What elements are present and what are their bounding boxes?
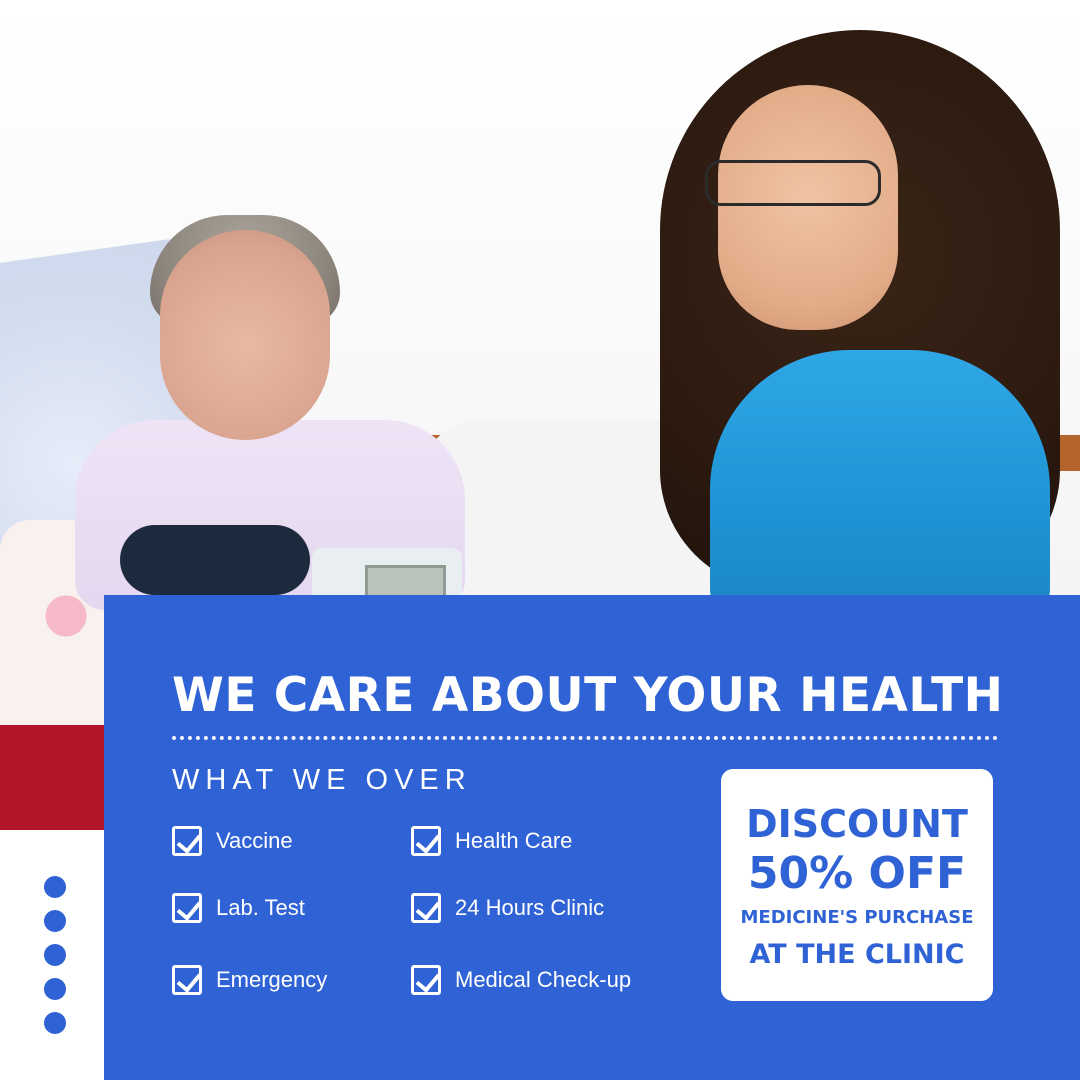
service-label: 24 Hours Clinic <box>455 895 605 920</box>
service-item: Vaccine <box>172 826 293 856</box>
discount-line-4: AT THE CLINIC <box>749 938 965 970</box>
dot-icon <box>44 1012 66 1034</box>
service-item: Emergency <box>172 965 327 995</box>
service-label: Emergency <box>216 967 328 992</box>
checkbox-check-icon <box>172 893 202 923</box>
service-label: Health Care <box>455 828 573 853</box>
dot-icon <box>44 910 66 932</box>
checkbox-check-icon <box>172 965 202 995</box>
service-label: Lab. Test <box>216 895 305 920</box>
service-item: Medical Check-up <box>411 965 631 995</box>
checkbox-check-icon <box>172 826 202 856</box>
dotted-divider <box>172 736 998 740</box>
service-item: Health Care <box>411 826 572 856</box>
service-label: Medical Check-up <box>455 967 632 992</box>
discount-line-1: DISCOUNT <box>746 801 968 846</box>
decorative-dots <box>44 876 66 1034</box>
dot-icon <box>44 978 66 1000</box>
nurse-glasses <box>705 160 881 206</box>
checkbox-check-icon <box>411 965 441 995</box>
page-title: WE CARE ABOUT YOUR HEALTH <box>172 668 1004 723</box>
discount-card: DISCOUNT 50% OFF MEDICINE'S PURCHASE AT … <box>721 769 993 1001</box>
discount-line-2: 50% OFF <box>747 847 967 899</box>
service-item: Lab. Test <box>172 893 305 923</box>
services-subheading: WHAT WE OVER <box>172 764 472 796</box>
nurse-scrubs <box>710 350 1050 610</box>
checkbox-check-icon <box>411 893 441 923</box>
discount-line-3: MEDICINE'S PURCHASE <box>740 907 974 929</box>
blood-pressure-cuff <box>120 525 310 595</box>
elderly-patient-face <box>160 230 330 440</box>
dot-icon <box>44 944 66 966</box>
service-label: Vaccine <box>216 828 293 853</box>
dot-icon <box>44 876 66 898</box>
service-item: 24 Hours Clinic <box>411 893 604 923</box>
checkbox-check-icon <box>411 826 441 856</box>
nurse-face <box>718 85 898 330</box>
